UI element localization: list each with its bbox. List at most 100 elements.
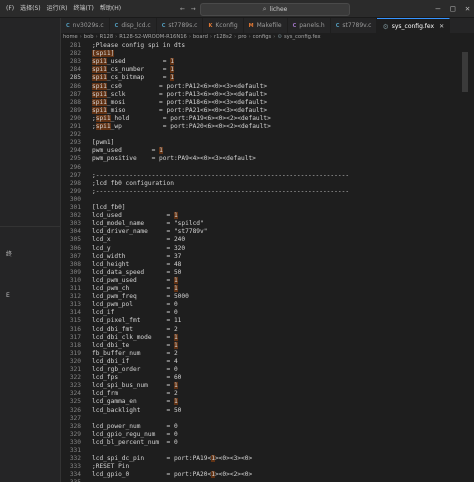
minimize-icon[interactable]: — <box>436 4 441 13</box>
code-line[interactable]: 325 lcd_gamma_en = 1 <box>61 398 461 406</box>
breadcrumb-item[interactable]: home <box>63 34 78 40</box>
line-number: 318 <box>69 341 81 349</box>
code-line[interactable]: 299 ;------------------------------------… <box>61 188 461 196</box>
search-match-highlight: spi1 <box>92 66 107 74</box>
close-icon[interactable]: ✕ <box>465 4 470 13</box>
breadcrumb-item[interactable]: R128-S2-WROOM-R16N16 <box>119 34 187 40</box>
code-line[interactable]: 310 lcd_pwm_used = 1 <box>61 276 461 285</box>
code-segment: ><0><2><0> <box>214 471 253 479</box>
code-line[interactable]: 323 lcd_spi_bus_num = 1 <box>61 382 461 390</box>
code-line[interactable]: 318 lcd_dbi_te = 1 <box>61 341 461 350</box>
code-line[interactable]: 316 lcd_dbi_fmt = 2 <box>61 326 461 334</box>
code-line[interactable]: 297 ;------------------------------------… <box>61 172 461 180</box>
breadcrumb-item[interactable]: configs <box>253 34 272 40</box>
code-line[interactable]: 321 lcd_rgb_order = 0 <box>61 366 461 374</box>
code-line[interactable]: 324 lcd_frm = 2 <box>61 390 461 398</box>
code-line[interactable]: 329 lcd_gpio_regu_num = 0 <box>61 431 461 439</box>
code-line[interactable]: 327 <box>61 415 461 423</box>
tab-kconfig[interactable]: K Kconfig <box>203 18 244 33</box>
code-line[interactable]: 322 lcd_fps = 60 <box>61 374 461 382</box>
tab-sys-config-fex[interactable]: ⚙ sys_config.fex ✕ <box>377 18 451 33</box>
code-line[interactable]: 290 ;spi1_hold = port:PA19<6><0><2><defau… <box>61 114 461 123</box>
code-line[interactable]: 282 [spi1] <box>61 50 461 58</box>
code-line[interactable]: 328 lcd_power_num = 0 <box>61 423 461 431</box>
code-line[interactable]: 334 lcd_gpio_0 = port:PA20<1><0><2><0> <box>61 471 461 479</box>
code-line[interactable]: 307 lcd_width = 37 <box>61 253 461 261</box>
code-line[interactable]: 285 spi1_cs_bitmap = 1 <box>61 74 461 82</box>
line-number: 299 <box>69 187 81 195</box>
tab-nv3029s-c[interactable]: Cnv3029s.c <box>61 18 110 33</box>
editor-scrollbar[interactable] <box>461 42 469 482</box>
code-line[interactable]: 298 ;lcd fb0 configuration <box>61 180 461 188</box>
code-line[interactable]: 281 ;Please config spi in dts <box>61 42 461 50</box>
line-number: 293 <box>69 139 81 147</box>
menu-item-help[interactable]: 帮助(H) <box>97 0 124 17</box>
code-line[interactable]: 303 lcd_model_name = "spilcd" <box>61 220 461 228</box>
code-line[interactable]: 291 ;spi1_wp = port:PA20<6><0><2><default… <box>61 123 461 131</box>
menu-item-terminal[interactable]: 终端(T) <box>71 0 97 17</box>
sidebar-label-e[interactable]: E <box>6 292 10 299</box>
code-line[interactable]: 304 lcd_driver_name = "st7789v" <box>61 228 461 236</box>
code-editor[interactable]: 281 ;Please config spi in dts 282 [spi1] 283… <box>61 42 474 482</box>
code-line[interactable]: 300 <box>61 196 461 204</box>
code-line[interactable]: 332 lcd_spi_dc_pin = port:PA19<1><0><3><0… <box>61 455 461 463</box>
code-line[interactable]: 284 spi1_cs_number = 1 <box>61 66 461 74</box>
tab-label: sys_config.fex <box>391 23 435 30</box>
breadcrumb-item[interactable]: R128 <box>100 34 114 40</box>
code-line[interactable]: 306 lcd_y = 320 <box>61 245 461 253</box>
scrollbar-thumb[interactable] <box>462 52 468 92</box>
breadcrumb-item[interactable]: pro <box>238 34 247 40</box>
maximize-icon[interactable]: □ <box>450 4 455 13</box>
search-match-highlight: 1 <box>159 147 163 155</box>
code-line[interactable]: 317 lcd_dbi_clk_mode = 1 <box>61 333 461 342</box>
code-line[interactable]: 292 <box>61 131 461 139</box>
code-line[interactable]: 311 lcd_pwm_ch = 1 <box>61 285 461 293</box>
tab-makefile[interactable]: M Makefile <box>244 18 288 33</box>
tab-st7789s-c[interactable]: Cst7789s.c <box>157 18 204 33</box>
breadcrumb-item[interactable]: r128s2 <box>214 34 232 40</box>
menu-item-file[interactable]: (F) <box>3 0 17 17</box>
back-arrow-icon[interactable]: ← <box>180 4 185 13</box>
code-line[interactable]: 312 lcd_pwm_freq = 5000 <box>61 293 461 301</box>
breadcrumb-item[interactable]: sys_config.fex <box>284 34 321 40</box>
code-line[interactable]: 319 fb_buffer_num = 2 <box>61 350 461 358</box>
code-line[interactable]: 313 lcd_pwm_pol = 0 <box>61 301 461 309</box>
code-line[interactable]: 309 lcd_data_speed = 50 <box>61 269 461 277</box>
code-line[interactable]: 320 lcd_dbi_if = 4 <box>61 358 461 366</box>
code-line[interactable]: 333 ;RESET Pin <box>61 463 461 471</box>
breadcrumb-item[interactable]: bob <box>84 34 94 40</box>
code-text: spi1_miso = port:PA21<6><0><3><default> <box>92 106 267 115</box>
code-line[interactable]: 287 spi1_sclk = port:PA13<6><0><3><defaul… <box>61 90 461 99</box>
forward-arrow-icon[interactable]: → <box>191 4 196 13</box>
code-line[interactable]: 326 lcd_backlight = 50 <box>61 407 461 415</box>
sidebar-label-terminal[interactable]: 终 <box>6 249 12 258</box>
menu-item-run[interactable]: 运行(R) <box>44 0 71 17</box>
code-text: lcd_model_name = "spilcd" <box>92 220 204 228</box>
code-line[interactable]: 296 <box>61 164 461 172</box>
line-number: 289 <box>69 106 81 114</box>
command-center-search[interactable]: ⌕ lichee <box>200 3 350 16</box>
code-line[interactable]: 288 spi1_mosi = port:PA18<6><0><3><defaul… <box>61 98 461 107</box>
code-line[interactable]: 301 [lcd_fb0] <box>61 204 461 212</box>
close-icon[interactable]: ✕ <box>439 23 444 30</box>
breadcrumb-item[interactable]: board <box>193 34 208 40</box>
code-line[interactable]: 283 spi1_used = 1 <box>61 58 461 66</box>
tab-disp-lcd-c[interactable]: Cdisp_lcd.c <box>110 18 157 33</box>
code-line[interactable]: 330 lcd_bl_percent_num = 0 <box>61 439 461 447</box>
line-number: 300 <box>69 195 81 203</box>
tab-panels-h[interactable]: Cpanels.h <box>288 18 331 33</box>
code-line[interactable]: 308 lcd_height = 48 <box>61 261 461 269</box>
code-line[interactable]: 305 lcd_x = 240 <box>61 236 461 244</box>
code-line[interactable]: 294 pwm_used = 1 <box>61 147 461 155</box>
code-line[interactable]: 315 lcd_pixel_fmt = 11 <box>61 317 461 325</box>
code-line[interactable]: 302 lcd_used = 1 <box>61 212 461 220</box>
code-line[interactable]: 286 spi1_cs0 = port:PA12<6><0><3><default… <box>61 82 461 91</box>
code-line[interactable]: 295 pwm_positive = port:PA9<4><0><3><defa… <box>61 155 461 163</box>
code-line[interactable]: 314 lcd_if = 0 <box>61 309 461 317</box>
code-text: lcd_gpio_0 = port:PA20<1><0><2><0> <box>92 471 252 479</box>
code-line[interactable]: 331 <box>61 447 461 455</box>
code-line[interactable]: 289 spi1_miso = port:PA21<6><0><3><defaul… <box>61 106 461 115</box>
menu-item-selection[interactable]: 选择(S) <box>17 0 44 17</box>
tab-st7789v-c[interactable]: Cst7789v.c <box>331 18 378 33</box>
code-line[interactable]: 293 [pwm1] <box>61 139 461 147</box>
